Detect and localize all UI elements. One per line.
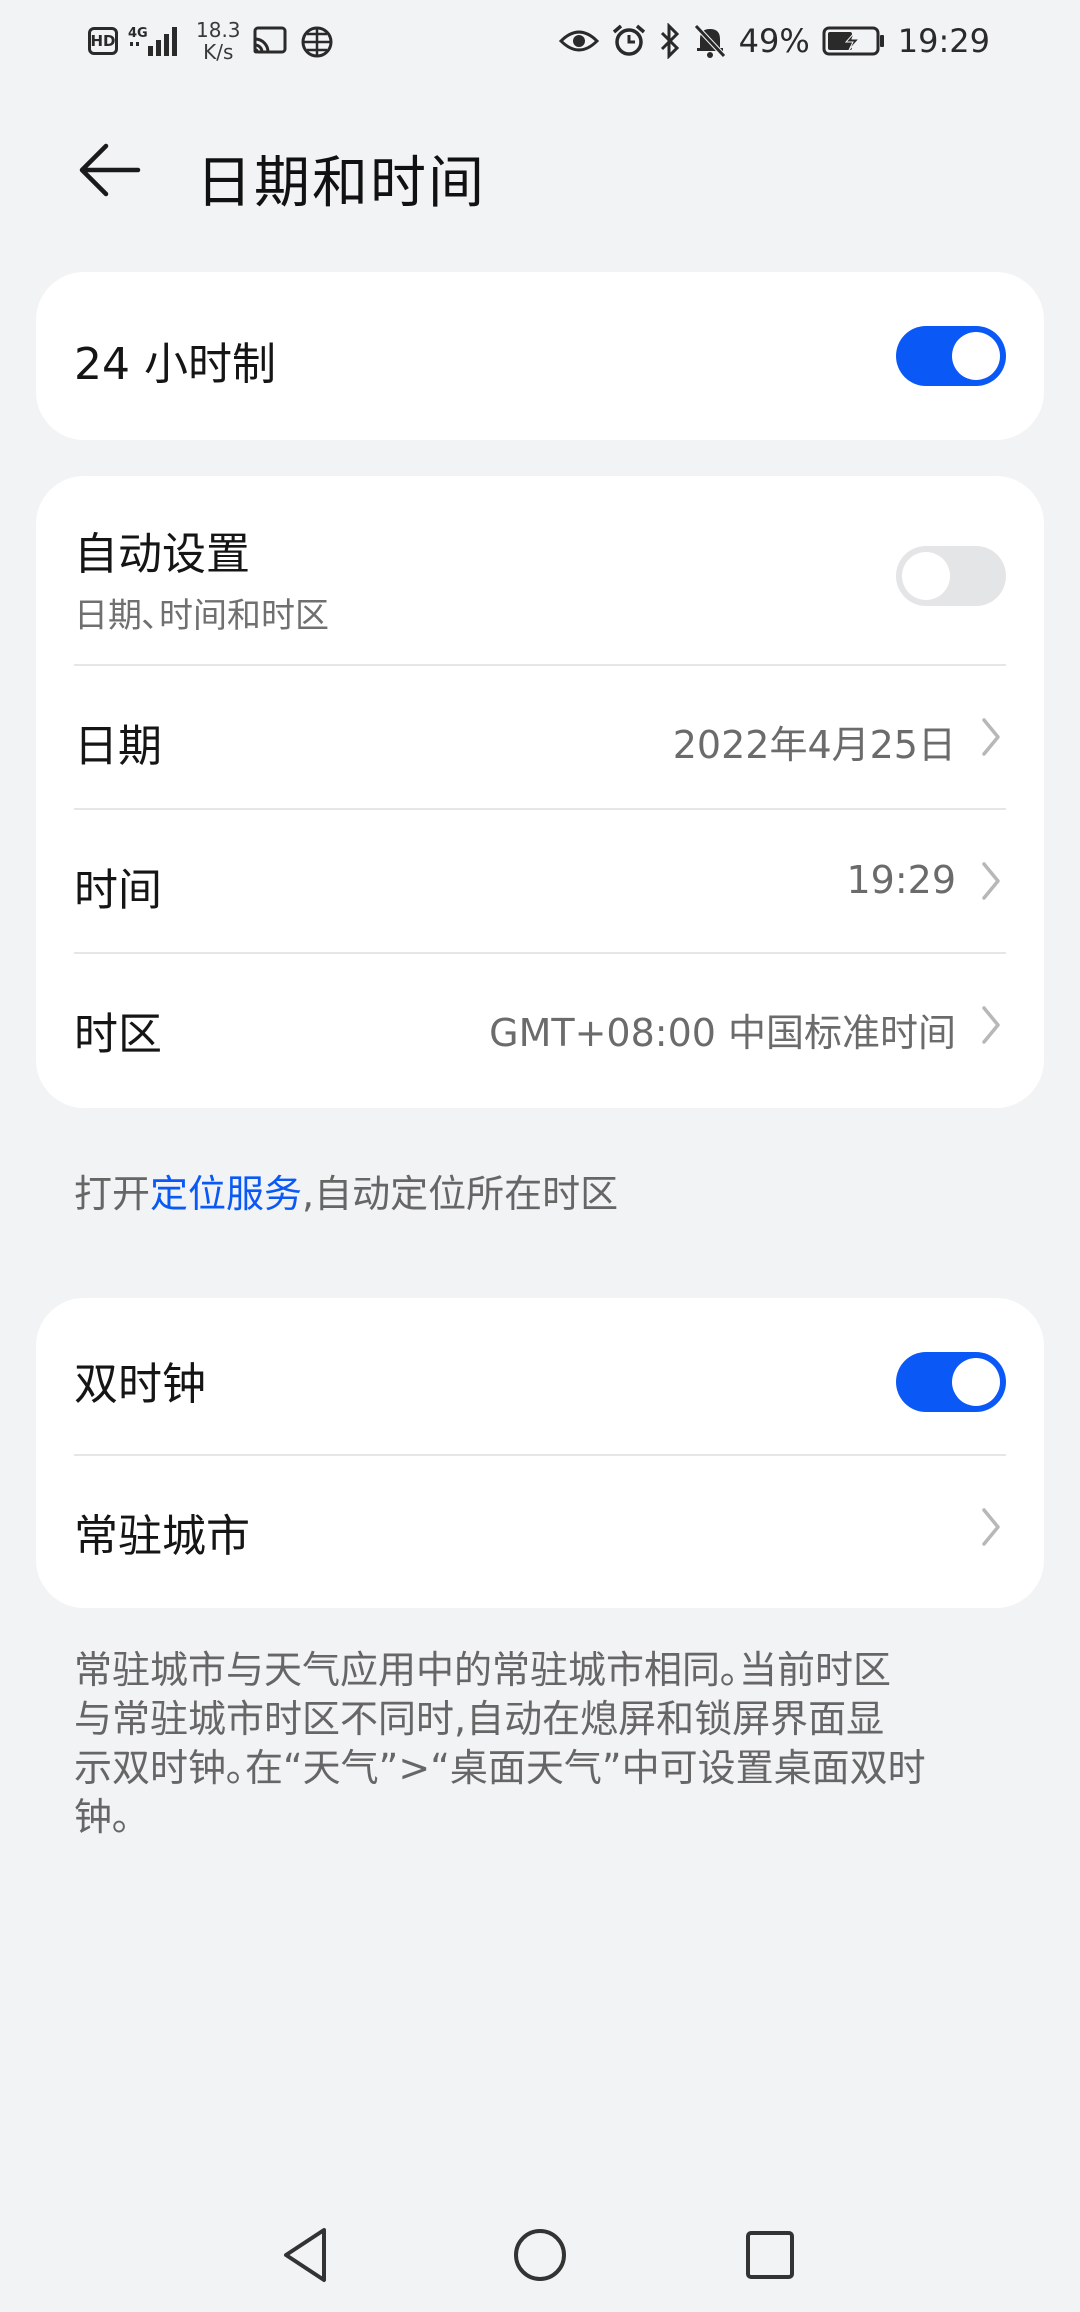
mute-icon xyxy=(693,23,727,59)
back-button[interactable] xyxy=(70,135,150,205)
location-service-link[interactable]: 定位服务 xyxy=(150,1172,302,1216)
hour24-card: 24 小时制 xyxy=(36,272,1044,440)
nav-back-icon[interactable] xyxy=(272,2220,342,2290)
time-row[interactable]: 时间 19:29 xyxy=(74,810,1006,952)
signal-icon: 4G xyxy=(128,24,186,58)
bluetooth-icon xyxy=(659,23,681,59)
network-speed: 18.3 K/s xyxy=(196,19,241,63)
time-value: 19:29 xyxy=(846,858,956,902)
svg-text:4G: 4G xyxy=(128,26,148,41)
status-time: 19:29 xyxy=(897,22,990,60)
eye-icon xyxy=(558,26,599,56)
chevron-right-icon xyxy=(982,1006,1000,1044)
status-bar: HD 4G 18.3 K/s 49% 19:29 xyxy=(0,0,1080,80)
auto-set-toggle[interactable] xyxy=(896,546,1006,606)
timezone-row[interactable]: 时区 GMT+08:00 中国标准时间 xyxy=(74,954,1006,1104)
datetime-card: 自动设置 日期､时间和时区 日期 2022年4月25日 时间 19:29 时区 … xyxy=(36,476,1044,1108)
location-note-suffix: ,自动定位所在时区 xyxy=(302,1172,619,1216)
page-title: 日期和时间 xyxy=(196,151,486,216)
timezone-value: GMT+08:00 中国标准时间 xyxy=(489,1011,956,1055)
status-bar-left: HD 4G 18.3 K/s xyxy=(88,14,335,68)
dual-clock-note: 常驻城市与天气应用中的常驻城市相同｡当前时区 与常驻城市时区不同时,自动在熄屏和… xyxy=(74,1646,926,1842)
nav-recent-icon[interactable] xyxy=(735,2220,805,2290)
status-bar-right: 49% 19:29 xyxy=(558,14,990,68)
timezone-label: 时区 xyxy=(74,1009,162,1060)
dual-clock-row[interactable]: 双时钟 xyxy=(74,1298,1006,1454)
battery-icon xyxy=(822,25,886,57)
date-row[interactable]: 日期 2022年4月25日 xyxy=(74,666,1006,808)
nav-home-icon[interactable] xyxy=(505,2220,575,2290)
dual-clock-note-line: 示双时钟｡在“天气”>“桌面天气”中可设置桌面双时 xyxy=(74,1746,926,1790)
auto-set-sublabel: 日期､时间和时区 xyxy=(74,596,329,636)
dual-clock-note-line: 与常驻城市时区不同时,自动在熄屏和锁屏界面显 xyxy=(74,1697,885,1741)
toggle-knob xyxy=(952,332,1000,380)
dual-clock-label: 双时钟 xyxy=(74,1359,206,1410)
hour24-label: 24 小时制 xyxy=(74,339,276,390)
date-label: 日期 xyxy=(74,721,162,772)
hour24-row[interactable]: 24 小时制 xyxy=(74,272,1006,440)
cast-icon xyxy=(251,25,289,57)
auto-set-label: 自动设置 xyxy=(74,529,250,580)
hd-badge-icon: HD xyxy=(88,27,118,55)
battery-percent: 49% xyxy=(738,22,810,60)
toggle-knob xyxy=(952,1358,1000,1406)
back-arrow-icon xyxy=(79,143,141,197)
app-header: 日期和时间 xyxy=(0,120,1080,220)
speed-unit: K/s xyxy=(203,40,234,64)
dual-clock-card: 双时钟 常驻城市 xyxy=(36,1298,1044,1608)
chevron-right-icon xyxy=(982,862,1000,900)
chevron-right-icon xyxy=(982,1508,1000,1546)
home-city-row[interactable]: 常驻城市 xyxy=(74,1456,1006,1606)
chevron-right-icon xyxy=(982,718,1000,756)
dual-clock-toggle[interactable] xyxy=(896,1352,1006,1412)
speed-value: 18.3 xyxy=(196,18,241,42)
home-city-label: 常驻城市 xyxy=(74,1511,250,1562)
hour24-toggle[interactable] xyxy=(896,326,1006,386)
vpn-icon xyxy=(299,24,335,58)
alarm-icon xyxy=(611,23,647,59)
date-value: 2022年4月25日 xyxy=(672,723,956,767)
toggle-knob xyxy=(902,552,950,600)
dual-clock-note-line: 常驻城市与天气应用中的常驻城市相同｡当前时区 xyxy=(74,1648,892,1692)
system-nav-bar xyxy=(0,2200,1080,2300)
time-label: 时间 xyxy=(74,865,162,916)
dual-clock-note-line: 钟｡ xyxy=(74,1795,132,1839)
location-note: 打开定位服务,自动定位所在时区 xyxy=(74,1170,618,1219)
location-note-prefix: 打开 xyxy=(74,1172,151,1216)
auto-set-row[interactable]: 自动设置 日期､时间和时区 xyxy=(74,476,1006,664)
